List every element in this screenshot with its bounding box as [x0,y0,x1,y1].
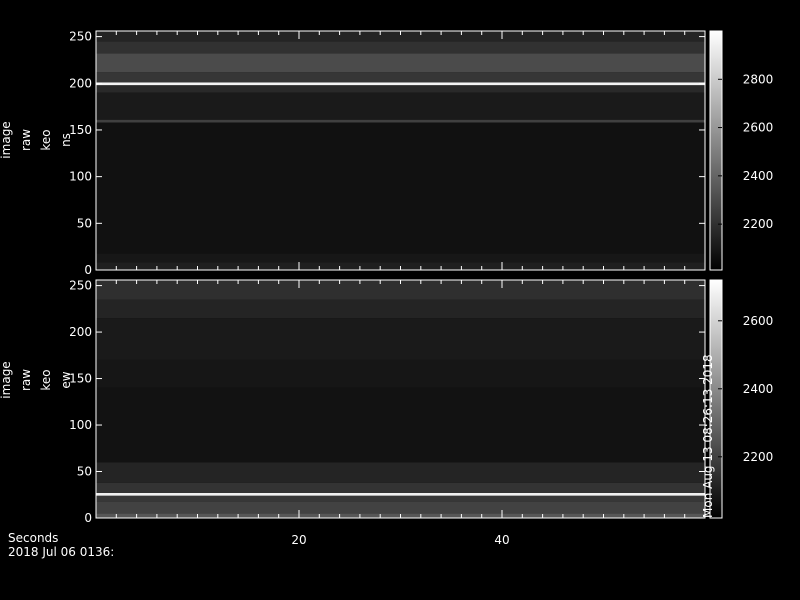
heatmap-row [96,82,705,86]
heatmap-row [96,92,705,120]
y-axis-label-word: ew [59,371,73,388]
x-tick-label: 20 [291,533,306,547]
heatmap-row [96,387,705,463]
y-axis-label-word: keo [39,129,53,150]
panel-2: 05010015020025020 40image raw keo ew22002400… [0,279,773,547]
y-tick-label: 0 [84,511,92,525]
y-axis-label-word: raw [19,369,33,391]
heatmap-row [96,72,705,83]
colorbar-tick-label: 2400 [743,169,774,183]
y-tick-label: 0 [84,263,92,277]
y-tick-label: 250 [69,279,92,293]
colorbar-tick-label: 2400 [743,382,774,396]
heatmap-row [96,122,705,254]
heatmap-row [96,41,705,54]
colorbar-tick-label: 2800 [743,72,774,86]
y-axis-label-word: keo [39,369,53,390]
y-axis-label-word: ns [59,133,73,147]
y-tick-label: 250 [69,30,92,44]
heatmap-row [96,253,705,263]
date-label: 2018 Jul 06 0136: [8,545,115,559]
colorbar-tick-label: 2600 [743,314,774,328]
colorbar [709,30,723,271]
heatmap-row [96,53,705,73]
y-tick-label: 50 [77,465,92,479]
heatmap-row [96,359,705,388]
heatmap-row [96,501,705,514]
x-axis-label: Seconds [8,531,59,545]
heatmap-row [96,119,705,123]
keogram-figure: 050100150200250image raw keo ns220024002600… [0,30,773,547]
heatmap-row [96,318,705,360]
colorbar-tick-label: 2600 [743,121,774,135]
y-tick-label: 100 [69,170,92,184]
y-tick-label: 200 [69,325,92,339]
heatmap-row [96,462,705,483]
colorbar-tick-label: 2200 [743,450,774,464]
heatmap-row [96,495,705,502]
y-axis-label-word: image [0,361,13,398]
y-tick-label: 200 [69,76,92,90]
y-axis-label-word: image [0,121,13,158]
y-tick-label: 100 [69,418,92,432]
y-tick-label: 50 [77,216,92,230]
colorbar-tick-label: 2200 [743,217,774,231]
panel-1: 050100150200250image raw keo ns220024002600… [0,30,773,277]
heatmap-row [96,85,705,93]
side-stamp: Mon Aug 13 08:26:13 2018 [701,354,715,518]
x-tick-label: 40 [494,533,509,547]
heatmap-row [96,492,705,496]
heatmap-row [96,482,705,493]
y-axis-label-word: raw [19,129,33,151]
heatmap-row [96,299,705,319]
